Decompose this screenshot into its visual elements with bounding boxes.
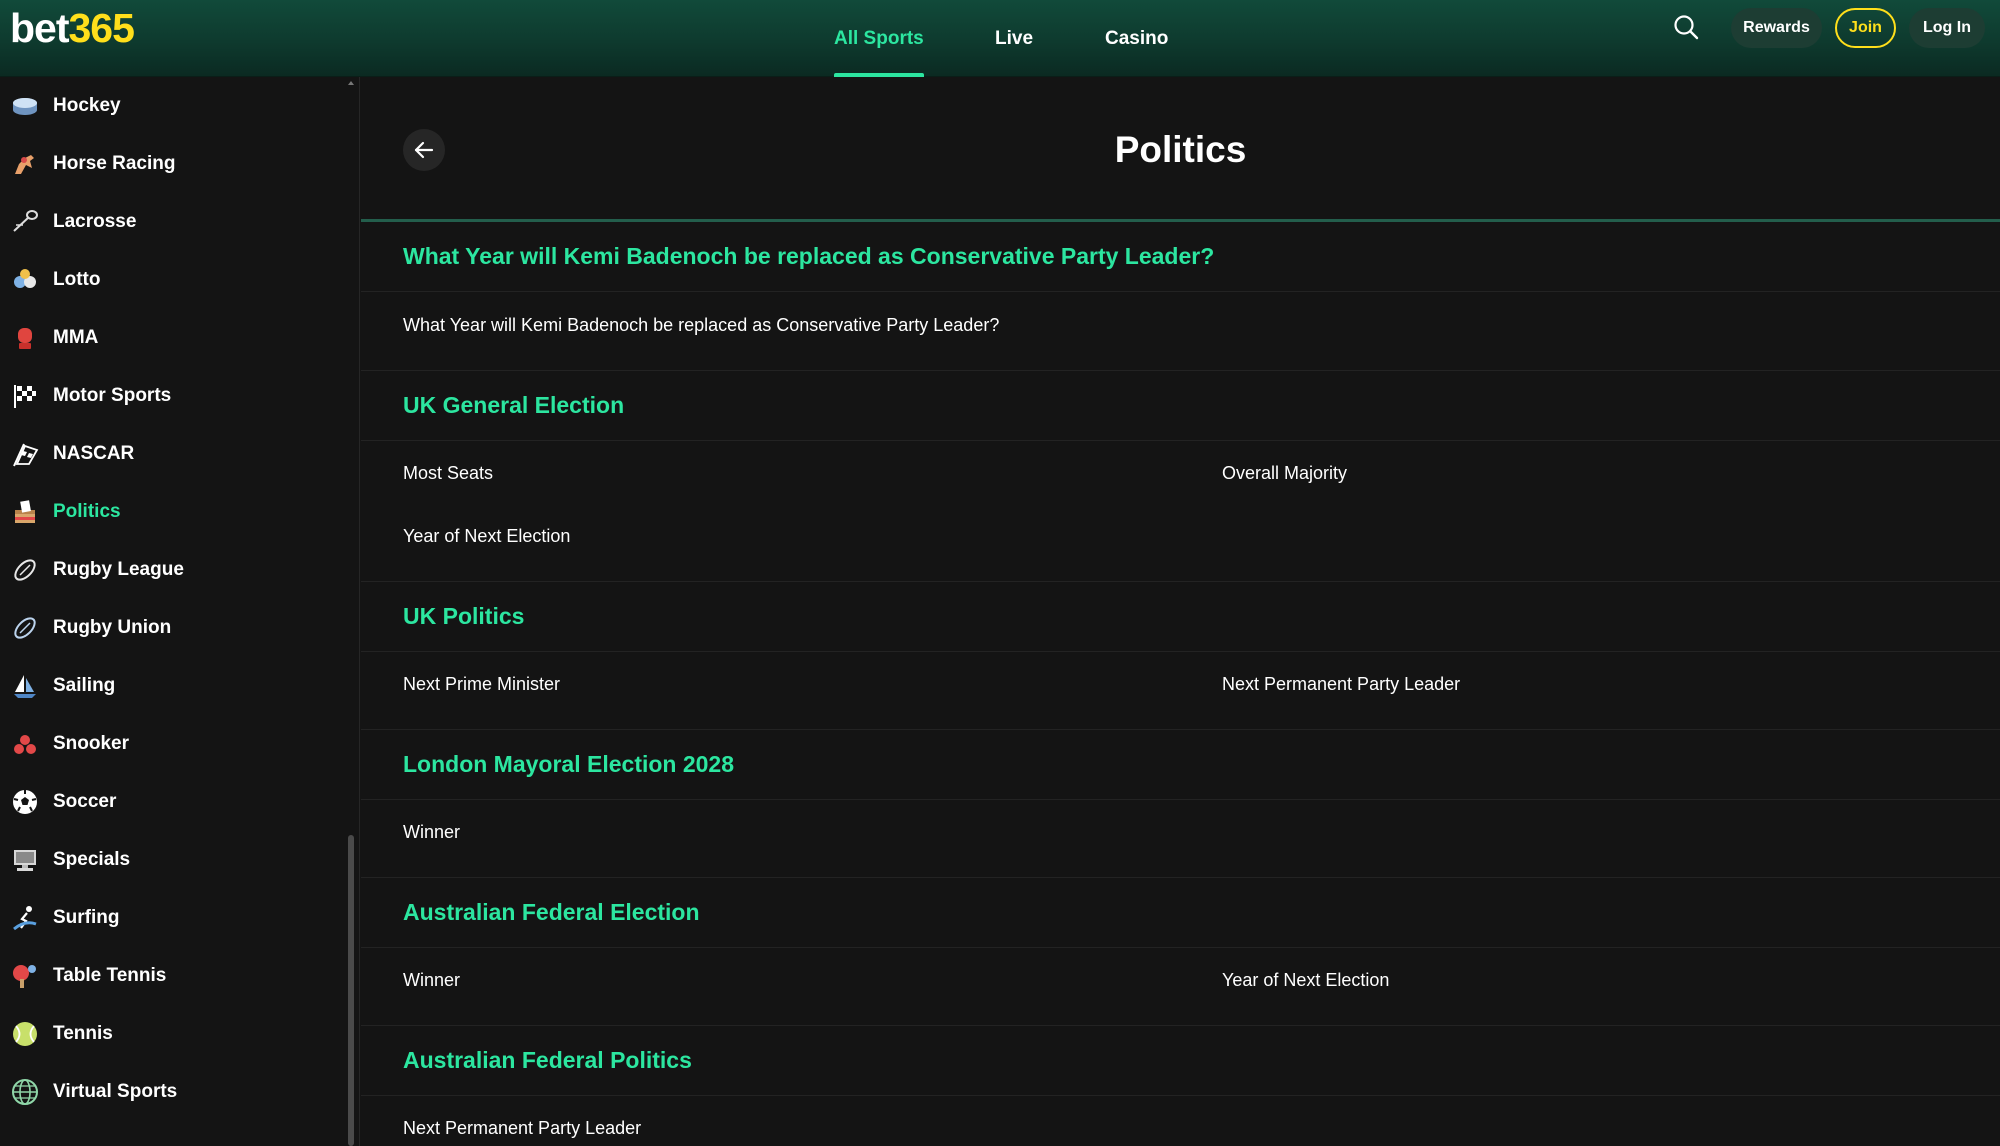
rewards-button[interactable]: Rewards	[1731, 8, 1822, 48]
login-button[interactable]: Log In	[1909, 8, 1985, 48]
sidebar-item-label: Surfing	[53, 907, 120, 928]
sidebar-item-tennis[interactable]: Tennis	[0, 1005, 340, 1063]
market-link[interactable]: Most Seats	[403, 463, 493, 484]
section-heading-australian-federal-politics[interactable]: Australian Federal Politics	[361, 1026, 2000, 1096]
monitor-icon	[11, 846, 39, 874]
sidebar-item-rugby-league[interactable]: Rugby League	[0, 541, 340, 599]
sidebar-item-lacrosse[interactable]: Lacrosse	[0, 193, 340, 251]
search-icon[interactable]	[1672, 13, 1700, 41]
section-heading-uk-general-election[interactable]: UK General Election	[361, 371, 2000, 441]
checkered-flag-icon	[11, 382, 39, 410]
section-heading-australian-federal-election[interactable]: Australian Federal Election	[361, 878, 2000, 948]
nav-live[interactable]: Live	[995, 0, 1033, 77]
page-title: Politics	[1114, 129, 1247, 170]
join-label: Join	[1849, 19, 1882, 36]
sidebar-item-table-tennis[interactable]: Table Tennis	[0, 947, 340, 1005]
market-link[interactable]: Year of Next Election	[1222, 970, 1389, 991]
sidebar-scrollbar[interactable]	[348, 835, 354, 1146]
sidebar-item-lotto[interactable]: Lotto	[0, 251, 340, 309]
market-link[interactable]: Next Permanent Party Leader	[1222, 674, 1460, 695]
market-link[interactable]: Winner	[403, 970, 460, 991]
horse-icon	[11, 150, 39, 178]
sidebar-item-rugby-union[interactable]: Rugby Union	[0, 599, 340, 657]
sidebar-item-label: Rugby League	[53, 559, 184, 580]
sidebar-item-label: Virtual Sports	[53, 1081, 178, 1102]
sidebar-item-motor-sports[interactable]: Motor Sports	[0, 367, 340, 425]
rugby-ball-icon	[11, 614, 39, 642]
sidebar-item-virtual-sports[interactable]: Virtual Sports	[0, 1063, 340, 1121]
section-heading-uk-politics[interactable]: UK Politics	[361, 582, 2000, 652]
sidebar-item-label: Soccer	[53, 791, 117, 812]
sidebar-item-label: Lotto	[53, 269, 101, 290]
sidebar-item-nascar[interactable]: NASCAR	[0, 425, 340, 483]
sidebar-item-snooker[interactable]: Snooker	[0, 715, 340, 773]
bet365-logo[interactable]: bet365	[10, 4, 135, 52]
boxing-glove-icon	[11, 324, 39, 352]
snooker-balls-icon	[11, 730, 39, 758]
sidebar-item-politics[interactable]: Politics	[0, 483, 340, 541]
surfer-icon	[11, 904, 39, 932]
market-link[interactable]: Year of Next Election	[403, 526, 570, 547]
nav-all-sports-label: All Sports	[834, 27, 924, 49]
sidebar-item-specials[interactable]: Specials	[0, 831, 340, 889]
nav-casino[interactable]: Casino	[1105, 0, 1168, 77]
join-button[interactable]: Join	[1835, 8, 1896, 48]
race-flag-icon	[11, 440, 39, 468]
login-label: Log In	[1923, 19, 1971, 36]
sidebar-item-label: Sailing	[53, 675, 116, 696]
rewards-label: Rewards	[1743, 19, 1810, 36]
sidebar-item-surfing[interactable]: Surfing	[0, 889, 340, 947]
main-content: Politics What Year will Kemi Badenoch be…	[361, 77, 2000, 1146]
scroll-up-arrow-icon[interactable]	[348, 81, 354, 85]
sidebar-item-mma[interactable]: MMA	[0, 309, 340, 367]
sidebar-item-label: MMA	[53, 327, 99, 348]
sidebar-item-horse-racing[interactable]: Horse Racing	[0, 135, 340, 193]
nav-live-label: Live	[995, 27, 1034, 49]
table-tennis-icon	[11, 962, 39, 990]
lotto-balls-icon	[11, 266, 39, 294]
nav-all-sports[interactable]: All Sports	[834, 0, 924, 77]
logo-prefix: bet	[10, 5, 69, 51]
section-heading-kemi-badenoch[interactable]: What Year will Kemi Badenoch be replaced…	[361, 222, 2000, 292]
market-link[interactable]: What Year will Kemi Badenoch be replaced…	[403, 315, 999, 336]
logo-suffix: 365	[68, 5, 135, 51]
sidebar-item-label: Specials	[53, 849, 131, 870]
market-link[interactable]: Next Permanent Party Leader	[403, 1118, 641, 1139]
market-link[interactable]: Overall Majority	[1222, 463, 1347, 484]
hockey-puck-icon	[11, 92, 39, 120]
globe-icon	[11, 1078, 39, 1106]
sidebar-item-label: Politics	[53, 501, 121, 522]
sailboat-icon	[11, 672, 39, 700]
section-heading-london-mayoral-election[interactable]: London Mayoral Election 2028	[361, 730, 2000, 800]
sidebar-item-label: Tennis	[53, 1023, 113, 1044]
sidebar-item-label: Lacrosse	[53, 211, 137, 232]
sidebar-item-label: Snooker	[53, 733, 130, 754]
ballot-box-icon	[11, 498, 39, 526]
top-header: bet365 All Sports Live Casino Rewards Jo…	[0, 0, 2000, 77]
soccer-ball-icon	[11, 788, 39, 816]
sidebar-item-label: Hockey	[53, 95, 121, 116]
sidebar-item-sailing[interactable]: Sailing	[0, 657, 340, 715]
tennis-ball-icon	[11, 1020, 39, 1048]
market-link[interactable]: Next Prime Minister	[403, 674, 560, 695]
sidebar-item-label: Horse Racing	[53, 153, 176, 174]
lacrosse-stick-icon	[11, 208, 39, 236]
sidebar-item-label: Rugby Union	[53, 617, 172, 638]
rugby-ball-icon	[11, 556, 39, 584]
nav-casino-label: Casino	[1105, 27, 1169, 49]
sports-sidebar: Hockey Horse Racing Lacrosse Lotto MMA M…	[0, 77, 360, 1146]
market-link[interactable]: Winner	[403, 822, 460, 843]
sidebar-item-label: NASCAR	[53, 443, 135, 464]
sidebar-item-hockey[interactable]: Hockey	[0, 77, 340, 135]
sidebar-item-label: Motor Sports	[53, 385, 172, 406]
sidebar-item-label: Table Tennis	[53, 965, 167, 986]
sidebar-item-soccer[interactable]: Soccer	[0, 773, 340, 831]
